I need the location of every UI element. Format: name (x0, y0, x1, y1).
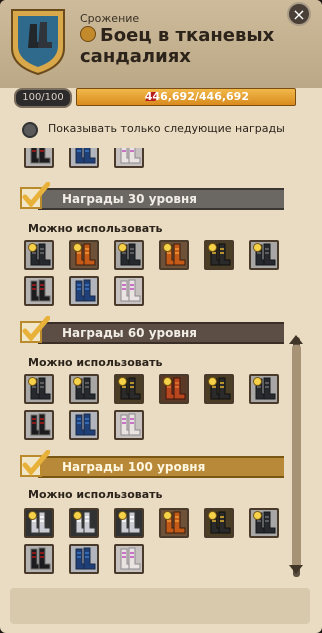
close-button[interactable]: × (287, 2, 311, 26)
reward-item[interactable] (69, 240, 99, 270)
reward-item[interactable] (114, 148, 144, 168)
panel-subtitle: Срожение (80, 12, 140, 25)
reward-item[interactable] (204, 508, 234, 538)
checkmark-icon (20, 450, 50, 477)
reward-item[interactable] (114, 240, 144, 270)
tier-dot-icon (208, 511, 217, 520)
item-name: Боец в тканевых сандалиях (80, 25, 275, 67)
reward-item[interactable] (69, 276, 99, 306)
tier-dot-icon (118, 377, 127, 386)
tier-dot-icon (118, 511, 127, 520)
usable-label: Можно использовать (28, 222, 163, 235)
reward-item[interactable] (204, 240, 234, 270)
filter-label: Показывать только следующие награды (48, 122, 285, 135)
reward-item[interactable] (24, 374, 54, 404)
tier-dot-icon (163, 511, 172, 520)
tier-dot-icon (163, 377, 172, 386)
item-power-bar: 446,692/446,692 (76, 88, 296, 106)
tier-dot-icon (118, 243, 127, 252)
tier-dot-icon (73, 511, 82, 520)
filter-toggle[interactable] (22, 122, 38, 138)
tier-dot-icon (73, 377, 82, 386)
boots-icon (120, 547, 141, 570)
section-header-60[interactable]: Награды 60 уровня (18, 316, 284, 346)
reward-item[interactable] (249, 374, 279, 404)
reward-item[interactable] (24, 544, 54, 574)
reward-item[interactable] (159, 240, 189, 270)
reward-item[interactable] (249, 508, 279, 538)
boots-icon (30, 547, 51, 570)
usable-label: Можно использовать (28, 488, 163, 501)
tier-dot-icon (253, 377, 262, 386)
checkmark-icon (20, 182, 50, 209)
section-label: Награды 100 уровня (62, 460, 206, 474)
reward-item[interactable] (114, 410, 144, 440)
boots-icon (30, 413, 51, 436)
reward-item[interactable] (24, 410, 54, 440)
reward-item[interactable] (114, 276, 144, 306)
reward-item[interactable] (159, 508, 189, 538)
rewards-list[interactable]: Награды 30 уровня Можно использовать Наг… (18, 148, 284, 580)
reward-item[interactable] (69, 148, 99, 168)
boots-icon (120, 413, 141, 436)
tier-dot-icon (28, 243, 37, 252)
checkmark-icon (20, 316, 50, 343)
reward-item[interactable] (24, 276, 54, 306)
reward-item[interactable] (24, 508, 54, 538)
reward-item[interactable] (24, 148, 54, 168)
scroll-up-arrow-icon[interactable] (289, 335, 303, 344)
panel-title: Боец в тканевых сандалиях (80, 25, 290, 67)
level-badge: 100/100 (14, 88, 72, 108)
reward-item[interactable] (69, 508, 99, 538)
boots-shield-icon (11, 9, 65, 76)
reward-item[interactable] (69, 544, 99, 574)
reward-item[interactable] (69, 374, 99, 404)
tier-dot-icon (28, 511, 37, 520)
boots-icon (120, 279, 141, 302)
tier-dot-icon (208, 377, 217, 386)
reward-item[interactable] (114, 508, 144, 538)
tier-dot-icon (253, 511, 262, 520)
reward-item[interactable] (249, 240, 279, 270)
reward-item[interactable] (24, 240, 54, 270)
tier-dot-icon (163, 243, 172, 252)
bottom-bar (10, 588, 310, 624)
boots-icon (30, 279, 51, 302)
tier-dot-icon (208, 243, 217, 252)
reward-item[interactable] (114, 374, 144, 404)
scrollbar-thumb[interactable] (292, 345, 301, 567)
boots-icon (120, 148, 141, 164)
tier-dot-icon (28, 377, 37, 386)
section-header-30[interactable]: Награды 30 уровня (18, 182, 284, 212)
tier-dot-icon (73, 243, 82, 252)
close-icon: × (292, 5, 306, 24)
boots-icon (75, 148, 96, 164)
scroll-down-arrow-icon[interactable] (289, 565, 303, 574)
tier-dot-icon (253, 243, 262, 252)
panel-header: Срожение Боец в тканевых сандалиях × (0, 0, 322, 88)
reward-item[interactable] (204, 374, 234, 404)
usable-label: Можно использовать (28, 356, 163, 369)
reward-item[interactable] (159, 374, 189, 404)
reward-item[interactable] (69, 410, 99, 440)
section-label: Награды 30 уровня (62, 192, 197, 206)
reward-panel: Срожение Боец в тканевых сандалиях × 100… (0, 0, 322, 633)
boots-icon (30, 148, 51, 164)
boots-icon (75, 279, 96, 302)
boots-icon (75, 547, 96, 570)
reward-item[interactable] (114, 544, 144, 574)
boots-icon (75, 413, 96, 436)
item-power-value: 446,692/446,692 (144, 90, 249, 103)
location-pin-icon (80, 26, 96, 42)
section-header-100[interactable]: Награды 100 уровня (18, 450, 284, 480)
section-label: Награды 60 уровня (62, 326, 197, 340)
